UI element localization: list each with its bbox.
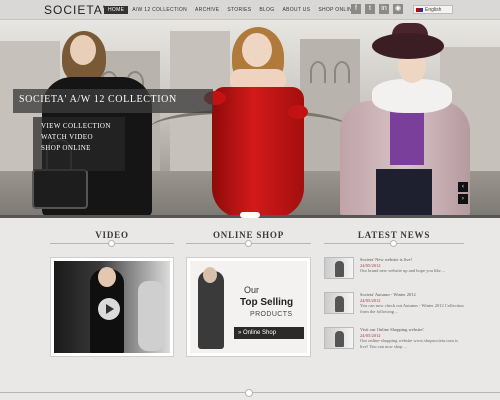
brand-logo[interactable]: SOCIETA' — [44, 3, 106, 17]
rss-icon[interactable]: ◉ — [393, 4, 403, 14]
model-purple-top — [390, 107, 424, 165]
news-item[interactable]: Societa' New website is live! 24/05/2012… — [324, 257, 464, 283]
shop-model-face — [203, 267, 217, 283]
hero-caption: SOCIETA' A/W 12 COLLECTION — [13, 89, 213, 113]
model-face — [70, 35, 96, 65]
nav-item-blog[interactable]: BLOG — [255, 6, 278, 14]
shop-promo-line3: PRODUCTS — [250, 311, 293, 318]
slider-indicator[interactable] — [240, 212, 260, 218]
divider-dot — [245, 240, 252, 247]
news-excerpt: Our brand new website up and hope you li… — [360, 268, 446, 273]
online-shop-button[interactable]: » Online Shop — [234, 327, 304, 339]
video-thumbnail[interactable] — [50, 257, 174, 357]
shop-promo-line2: Top Selling — [240, 297, 294, 308]
video-section-title: VIDEO — [95, 230, 129, 240]
divider-dot — [108, 240, 115, 247]
nav-item-collection[interactable]: A/W 12 COLLECTION — [128, 6, 191, 14]
model-skirt — [376, 169, 432, 218]
news-text: Visit our Online Shopping website! 24/05… — [360, 327, 464, 353]
watch-video-link[interactable]: WATCH VIDEO — [41, 132, 117, 143]
nav-item-archive[interactable]: ARCHIVE — [191, 6, 223, 14]
news-thumbnail[interactable] — [324, 327, 354, 349]
video-frame — [54, 261, 170, 353]
slider-prev-arrow-icon[interactable]: ‹ — [458, 182, 468, 192]
news-list: Societa' New website is live! 24/05/2012… — [324, 257, 464, 362]
news-text: Societa' Autumn - Winter 2012 24/05/2012… — [360, 292, 464, 318]
building-arch — [310, 61, 326, 83]
nav-item-home[interactable]: HOME — [104, 6, 129, 14]
quilted-handbag — [32, 169, 88, 209]
news-thumbnail[interactable] — [324, 257, 354, 279]
twitter-icon[interactable]: t — [365, 4, 375, 14]
facebook-icon[interactable]: f — [351, 4, 361, 14]
model-face — [242, 33, 272, 67]
shop-banner-frame: Our Top Selling PRODUCTS » Online Shop — [190, 261, 307, 353]
dress-bow — [288, 105, 308, 119]
news-item[interactable]: Societa' Autumn - Winter 2012 24/05/2012… — [324, 292, 464, 318]
main-nav: HOME A/W 12 COLLECTION ARCHIVE STORIES B… — [104, 6, 360, 14]
social-links: f t in ◉ — [351, 4, 403, 14]
online-shop-banner[interactable]: Our Top Selling PRODUCTS » Online Shop — [186, 257, 311, 357]
shop-online-link[interactable]: SHOP ONLINE — [41, 143, 117, 154]
hero-links: VIEW COLLECTION WATCH VIDEO SHOP ONLINE — [33, 117, 125, 171]
news-text: Societa' New website is live! 24/05/2012… — [360, 257, 445, 283]
language-selector[interactable]: English — [413, 5, 453, 14]
video-model-figure — [138, 281, 164, 351]
slider-next-arrow-icon[interactable]: › — [458, 194, 468, 204]
view-collection-link[interactable]: VIEW COLLECTION — [41, 121, 117, 132]
news-excerpt: Our online-shopping website www.shopsoci… — [360, 338, 458, 349]
footer-divider-dot — [245, 389, 253, 397]
fur-collar — [372, 79, 452, 113]
news-section-title: LATEST NEWS — [357, 230, 431, 240]
news-thumbnail[interactable] — [324, 292, 354, 314]
model-hat-brim — [372, 33, 444, 59]
divider-dot — [390, 240, 397, 247]
news-excerpt: You can now check out Autumn - Winter 20… — [360, 303, 464, 314]
linkedin-icon[interactable]: in — [379, 4, 389, 14]
language-label: English — [425, 7, 442, 13]
news-item[interactable]: Visit our Online Shopping website! 24/05… — [324, 327, 464, 353]
video-model-face — [98, 267, 116, 287]
hero-caption-title: SOCIETA' A/W 12 COLLECTION — [19, 94, 177, 105]
uk-flag-icon — [416, 8, 423, 12]
shop-section-title: ONLINE SHOP — [212, 230, 285, 240]
hero-slider: SOCIETA' A/W 12 COLLECTION VIEW COLLECTI… — [0, 21, 500, 218]
shop-promo-line1: Our — [244, 285, 260, 295]
top-bar: SOCIETA' HOME A/W 12 COLLECTION ARCHIVE … — [0, 0, 500, 20]
building-arch — [334, 61, 350, 83]
nav-item-stories[interactable]: STORIES — [223, 6, 255, 14]
nav-item-about[interactable]: ABOUT US — [278, 6, 314, 14]
play-icon[interactable] — [98, 298, 120, 320]
